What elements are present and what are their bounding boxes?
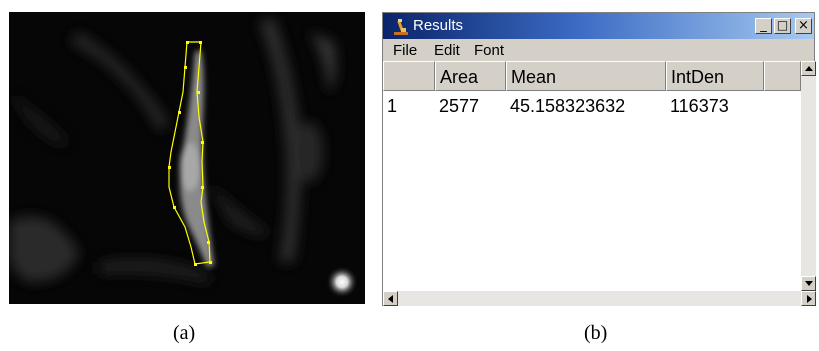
scroll-up-button[interactable] xyxy=(801,61,816,76)
scroll-left-icon xyxy=(388,295,393,303)
results-table: Area Mean IntDen 1 2577 45.158323632 116… xyxy=(383,61,801,291)
table-header: Area Mean IntDen xyxy=(383,61,801,91)
caption-b: (b) xyxy=(584,322,608,344)
horizontal-scrollbar[interactable] xyxy=(383,291,816,306)
microscope-icon xyxy=(394,19,408,35)
results-window: Results _ □ × File Edit Font Area Mean I… xyxy=(382,12,816,306)
column-header-filler xyxy=(764,61,801,91)
column-header-intden[interactable]: IntDen xyxy=(666,61,764,91)
scroll-down-button[interactable] xyxy=(801,276,816,291)
vertical-scrollbar[interactable] xyxy=(801,61,816,291)
window-title: Results xyxy=(413,17,464,34)
scroll-up-icon xyxy=(805,66,813,71)
microscopy-image xyxy=(9,12,365,304)
cell-image-svg xyxy=(9,12,365,304)
menu-font[interactable]: Font xyxy=(474,42,504,59)
caption-a: (a) xyxy=(173,322,196,344)
column-header-mean[interactable]: Mean xyxy=(506,61,666,91)
cell-mean: 45.158323632 xyxy=(510,96,626,116)
menu-edit[interactable]: Edit xyxy=(434,42,460,59)
menu-file[interactable]: File xyxy=(393,42,417,59)
title-bar[interactable]: Results _ □ × xyxy=(383,13,814,39)
maximize-button[interactable]: □ xyxy=(774,18,791,34)
close-button[interactable]: × xyxy=(795,18,812,34)
column-header-area[interactable]: Area xyxy=(435,61,506,91)
column-header-index[interactable] xyxy=(383,61,435,91)
scroll-right-button[interactable] xyxy=(801,291,816,306)
minimize-button[interactable]: _ xyxy=(755,18,772,34)
menu-bar: File Edit Font xyxy=(383,39,814,61)
row-index: 1 xyxy=(387,96,398,116)
scroll-right-icon xyxy=(807,295,812,303)
cell-area: 2577 xyxy=(439,96,480,116)
scroll-left-button[interactable] xyxy=(383,291,398,306)
cell-intden: 116373 xyxy=(670,96,729,116)
scroll-down-icon xyxy=(805,281,813,286)
